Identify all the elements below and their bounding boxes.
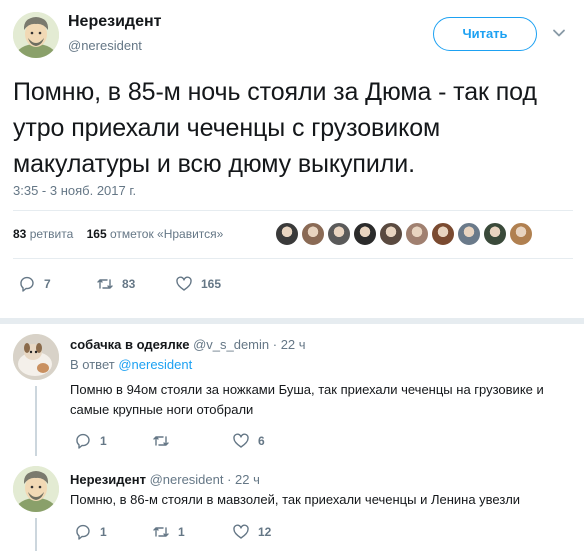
like-count: 165 xyxy=(201,277,222,291)
section-separator xyxy=(0,318,584,324)
liker-avatar[interactable] xyxy=(275,222,299,246)
reply-action[interactable]: 1 xyxy=(74,523,107,541)
avatar-dog-icon xyxy=(13,334,59,380)
reply-icon xyxy=(20,276,34,292)
like-count: 6 xyxy=(258,434,265,448)
avatar-portrait-icon xyxy=(13,466,59,512)
reply-author-name[interactable]: Нерезидент xyxy=(70,472,146,487)
author-avatar[interactable] xyxy=(13,12,59,58)
reply-author-handle[interactable]: @v_s_demin xyxy=(193,337,269,352)
thread-line xyxy=(35,518,37,551)
liker-avatar[interactable] xyxy=(509,222,533,246)
tweet-stats: 83 ретвита 165 отметок «Нравится» xyxy=(13,227,223,241)
divider xyxy=(13,210,573,211)
likes-label[interactable]: отметок «Нравится» xyxy=(110,227,223,241)
reply-action[interactable]: 1 xyxy=(74,432,107,450)
like-count: 12 xyxy=(258,525,272,539)
reply-author[interactable]: Нерезидент @neresident · 22 ч xyxy=(70,472,260,487)
thread-line xyxy=(35,386,37,456)
like-action[interactable]: 6 xyxy=(232,432,265,450)
retweet-icon xyxy=(97,279,113,289)
reply-to-handle[interactable]: @neresident xyxy=(118,357,192,372)
reply-avatar[interactable] xyxy=(13,334,59,380)
heart-icon xyxy=(233,524,249,539)
reply-count: 1 xyxy=(100,434,107,448)
reply-author[interactable]: собачка в одеялке @v_s_demin · 22 ч xyxy=(70,337,306,352)
reply-text: Помню в 94ом стояли за ножками Буша, так… xyxy=(70,382,544,417)
reply-time[interactable]: · 22 ч xyxy=(227,472,260,487)
retweet-count: 1 xyxy=(178,525,185,539)
tweet-text: Помню, в 85-м ночь стояли за Дюма - так … xyxy=(13,78,537,178)
liker-avatar[interactable] xyxy=(327,222,351,246)
reply-to-prefix: В ответ xyxy=(70,357,115,372)
liker-avatar[interactable] xyxy=(431,222,455,246)
like-action[interactable]: 165 xyxy=(175,275,221,293)
reply-icon xyxy=(76,433,90,449)
author-handle[interactable]: @neresident xyxy=(68,38,142,53)
liker-avatar[interactable] xyxy=(457,222,481,246)
retweet-action[interactable]: 1 xyxy=(152,523,185,541)
reply-author-handle[interactable]: @neresident xyxy=(150,472,224,487)
retweet-action[interactable] xyxy=(152,432,178,450)
likes-count[interactable]: 165 xyxy=(87,227,107,241)
liker-avatar[interactable] xyxy=(483,222,507,246)
tweet-timestamp[interactable]: 3:35 - 3 нояб. 2017 г. xyxy=(13,183,136,198)
retweets-count[interactable]: 83 xyxy=(13,227,26,241)
avatar-portrait-icon xyxy=(13,12,59,58)
heart-icon xyxy=(233,433,249,448)
reply-count: 7 xyxy=(44,277,51,291)
author-name[interactable]: Нерезидент xyxy=(68,13,161,31)
heart-icon xyxy=(176,276,192,291)
reply-time[interactable]: · 22 ч xyxy=(273,337,306,352)
retweet-count: 83 xyxy=(122,277,136,291)
reply-text: Помню, в 86-м стояли в мавзолей, так при… xyxy=(70,492,521,507)
reply-action[interactable]: 7 xyxy=(18,275,51,293)
liker-avatar[interactable] xyxy=(301,222,325,246)
follow-button[interactable]: Читать xyxy=(433,17,537,51)
retweet-icon xyxy=(153,527,169,537)
chevron-down-icon[interactable] xyxy=(552,26,566,40)
liker-avatar[interactable] xyxy=(405,222,429,246)
divider xyxy=(13,258,573,259)
liker-avatar[interactable] xyxy=(353,222,377,246)
retweet-action[interactable]: 83 xyxy=(96,275,135,293)
reply-icon xyxy=(76,524,90,540)
retweet-icon xyxy=(153,436,169,446)
reply-author-name[interactable]: собачка в одеялке xyxy=(70,337,189,352)
reply-to-line: В ответ @neresident xyxy=(70,357,192,372)
liker-avatar[interactable] xyxy=(379,222,403,246)
reply-count: 1 xyxy=(100,525,107,539)
retweets-label[interactable]: ретвита xyxy=(30,227,74,241)
reply-avatar[interactable] xyxy=(13,466,59,512)
like-action[interactable]: 12 xyxy=(232,523,271,541)
